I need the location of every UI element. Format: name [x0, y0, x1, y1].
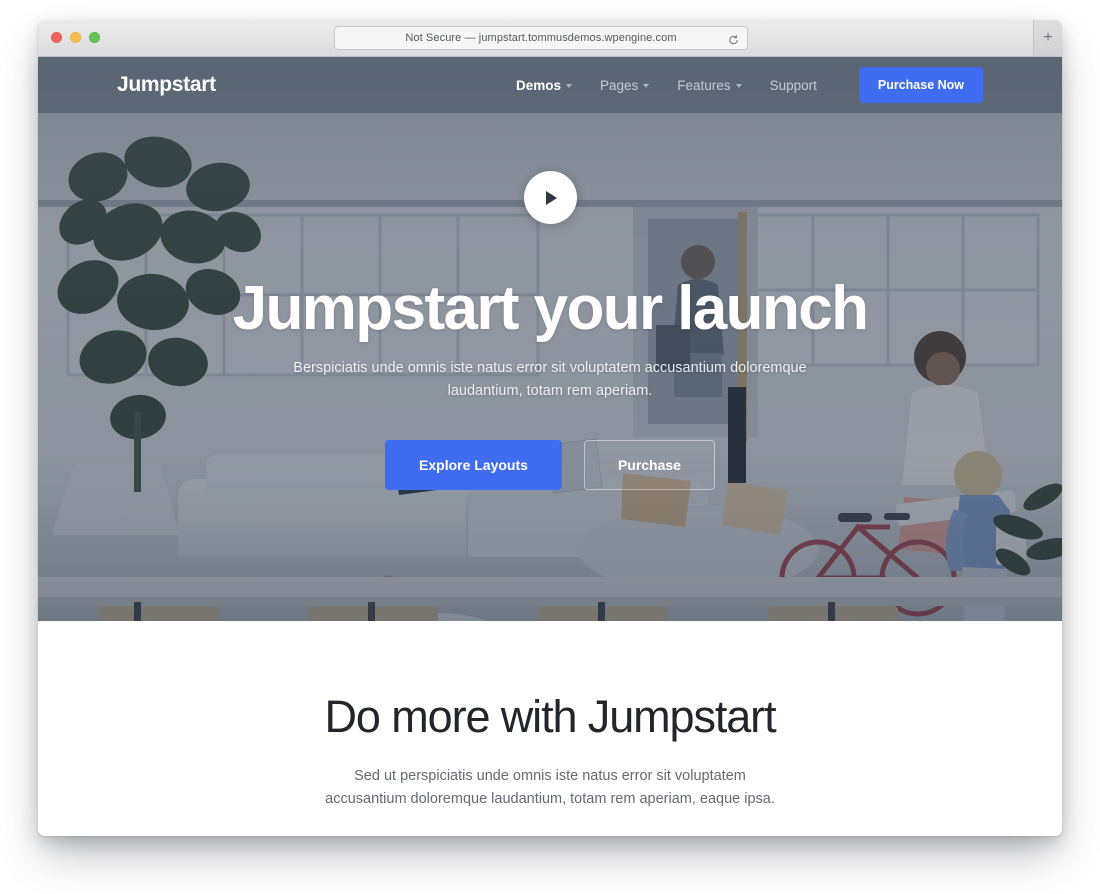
browser-window: Not Secure — jumpstart.tommusdemos.wpeng… [38, 20, 1062, 836]
explore-layouts-button[interactable]: Explore Layouts [385, 439, 562, 490]
chevron-down-icon [735, 84, 742, 88]
purchase-button[interactable]: Purchase [583, 439, 715, 490]
nav-links: Demos Pages Features Support Purchase No… [516, 67, 983, 103]
site-logo[interactable]: Jumpstart [117, 73, 216, 97]
address-bar-text: Not Secure — jumpstart.tommusdemos.wpeng… [405, 32, 677, 44]
nav-item-support-label: Support [769, 77, 817, 93]
nav-item-demos-label: Demos [515, 77, 561, 93]
page-root: Not Secure — jumpstart.tommusdemos.wpeng… [0, 0, 1100, 894]
close-window-button[interactable] [51, 32, 62, 43]
nav-item-features-label: Features [677, 77, 731, 93]
do-more-subtitle: Sed ut perspiciatis unde omnis iste natu… [325, 768, 775, 808]
browser-titlebar: Not Secure — jumpstart.tommusdemos.wpeng… [38, 20, 1062, 57]
nav-item-pages-label: Pages [600, 77, 639, 93]
address-bar[interactable]: Not Secure — jumpstart.tommusdemos.wpeng… [334, 26, 748, 50]
chevron-down-icon [566, 84, 572, 88]
nav-item-features[interactable]: Features [677, 77, 742, 93]
play-video-button[interactable] [523, 171, 577, 224]
chevron-down-icon [643, 84, 650, 88]
do-more-section: Do more with Jumpstart Sed ut perspiciat… [38, 621, 1062, 812]
nav-item-pages[interactable]: Pages [600, 77, 650, 93]
do-more-title: Do more with Jumpstart [324, 691, 777, 742]
play-icon [546, 190, 557, 205]
reload-icon[interactable] [728, 33, 739, 45]
minimize-window-button[interactable] [70, 32, 81, 43]
hero-actions: Explore Layouts Purchase [38, 439, 1062, 490]
nav-item-support[interactable]: Support [770, 78, 817, 93]
maximize-window-button[interactable] [89, 32, 100, 43]
window-traffic-lights [51, 32, 100, 43]
site-navbar: Jumpstart Demos Pages Features Support P… [38, 57, 1062, 113]
hero-title: Jumpstart your launch [232, 274, 869, 343]
purchase-now-button[interactable]: Purchase Now [858, 67, 983, 103]
navbar-inner: Jumpstart Demos Pages Features Support P… [117, 67, 983, 103]
hero-subtitle: Berspiciatis unde omnis iste natus error… [293, 360, 807, 399]
nav-item-demos[interactable]: Demos [516, 78, 572, 93]
browser-viewport: Jumpstart Demos Pages Features Support P… [38, 57, 1062, 836]
hero-content: Jumpstart your launch Berspiciatis unde … [38, 57, 1062, 490]
hero-section: Jumpstart Demos Pages Features Support P… [38, 57, 1062, 621]
new-tab-button[interactable]: + [1033, 20, 1062, 56]
